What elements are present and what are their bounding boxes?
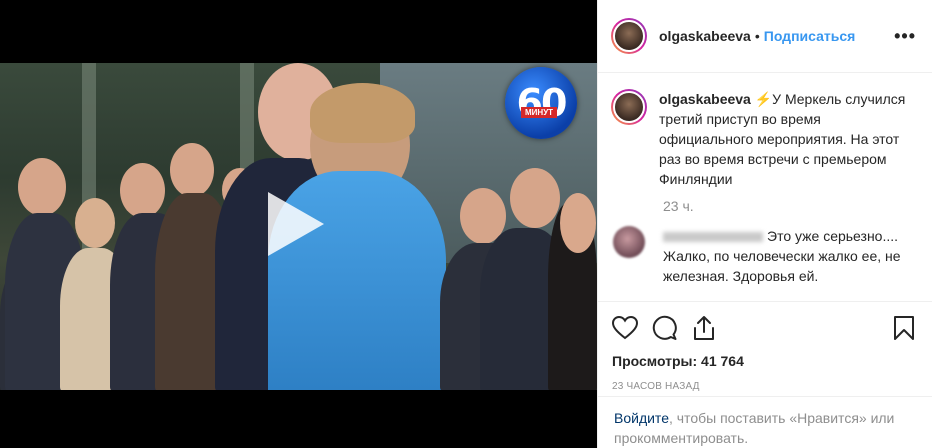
login-link[interactable]: Войдите — [614, 410, 669, 426]
comment-icon[interactable] — [652, 315, 678, 341]
caption-avatar[interactable] — [611, 89, 647, 125]
logo-number: 60 — [516, 81, 568, 125]
comment-avatar[interactable] — [613, 226, 645, 258]
play-icon[interactable] — [268, 192, 324, 256]
channel-logo: 60 МИНУТ — [505, 67, 577, 139]
post-header: olgaskabeeva • Подписаться ••• — [598, 0, 932, 73]
header-username[interactable]: olgaskabeeva — [659, 28, 751, 44]
bookmark-icon[interactable] — [893, 315, 915, 341]
instagram-post: 60 МИНУТ olgaskabeeva • Подписаться ••• … — [0, 0, 932, 448]
caption: olgaskabeeva ⚡У Меркель случился третий … — [611, 89, 916, 189]
avatar[interactable] — [611, 18, 647, 54]
caption-time[interactable]: 23 ч. — [663, 198, 916, 214]
logo-caption: МИНУТ — [521, 107, 558, 118]
post-time[interactable]: 23 ЧАСОВ НАЗАД — [612, 381, 917, 392]
caption-username[interactable]: olgaskabeeva — [659, 91, 751, 107]
login-prompt: Войдите, чтобы поставить «Нравится» или … — [598, 396, 932, 448]
comments-section: olgaskabeeva ⚡У Меркель случился третий … — [598, 73, 932, 301]
follow-button[interactable]: Подписаться — [764, 28, 856, 44]
blurred-username[interactable] — [663, 232, 763, 243]
more-options-icon[interactable]: ••• — [894, 26, 916, 47]
comment-item: Это уже серьезно.... Жалко, по человечес… — [611, 226, 916, 286]
views-count[interactable]: Просмотры: 41 764 — [612, 353, 917, 369]
video-player[interactable]: 60 МИНУТ — [0, 0, 597, 448]
post-sidebar: olgaskabeeva • Подписаться ••• olgaskabe… — [597, 0, 932, 448]
separator: • — [754, 28, 760, 44]
share-icon[interactable] — [692, 315, 716, 341]
post-actions: Просмотры: 41 764 23 ЧАСОВ НАЗАД — [598, 301, 932, 392]
lightning-icon: ⚡ — [754, 91, 773, 107]
heart-icon[interactable] — [612, 316, 638, 340]
